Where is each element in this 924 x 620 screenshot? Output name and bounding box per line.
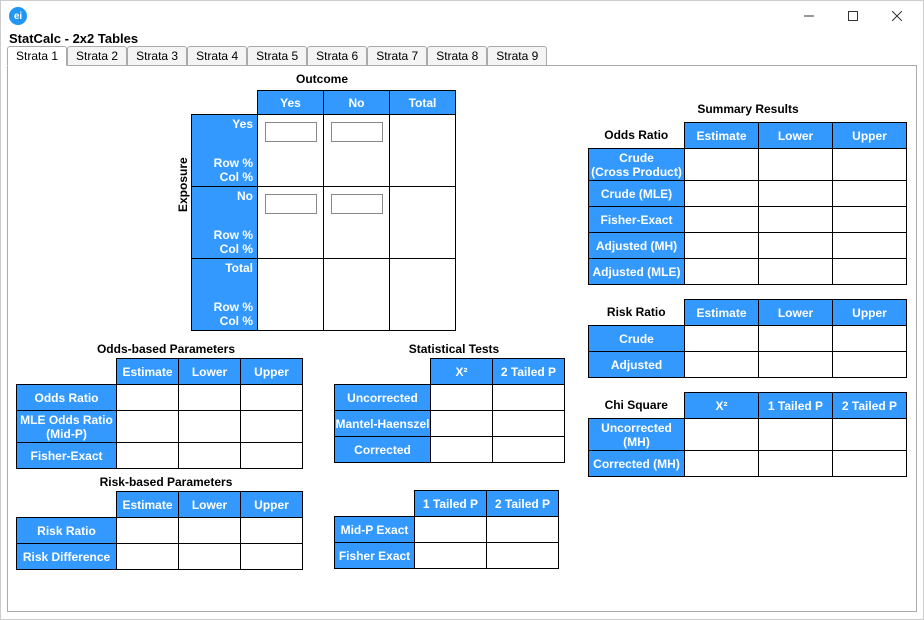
tab-strata-5[interactable]: Strata 5 — [247, 46, 307, 65]
summary-chi-title: Chi Square — [589, 393, 685, 419]
odds-h-lower: Lower — [179, 359, 241, 385]
ex-h-p1: 1 Tailed P — [415, 491, 487, 517]
app-title: StatCalc - 2x2 Tables — [1, 31, 923, 46]
app-icon: ei — [9, 7, 27, 25]
minimize-icon — [804, 11, 814, 21]
sr-r-crude: Crude — [589, 326, 685, 352]
risk-h-upper: Upper — [241, 492, 303, 518]
tab-strata-7[interactable]: Strata 7 — [367, 46, 427, 65]
total-no-row — [390, 187, 456, 259]
ex-h-p2: 2 Tailed P — [487, 491, 559, 517]
minimize-button[interactable] — [787, 2, 831, 30]
tab-strata-8[interactable]: Strata 8 — [427, 46, 487, 65]
so-r-crudemle: Crude (MLE) — [589, 181, 685, 207]
close-icon — [892, 11, 902, 21]
summary-odds-table: Odds Ratio Estimate Lower Upper Crude (C… — [588, 122, 907, 285]
so-h-upper: Upper — [833, 123, 907, 149]
exposure-row-total: Total — [196, 261, 253, 275]
tab-strata-9[interactable]: Strata 9 — [487, 46, 547, 65]
st-h-p2: 2 Tailed P — [493, 359, 565, 385]
risk-r-diff: Risk Difference — [17, 544, 117, 570]
odds-h-estimate: Estimate — [117, 359, 179, 385]
ex-r-midp: Mid-P Exact — [335, 517, 415, 543]
odds-r-or: Odds Ratio — [17, 385, 117, 411]
sc-h-x2: X² — [685, 393, 759, 419]
sr-h-lower: Lower — [759, 300, 833, 326]
st-r-uncorr: Uncorrected — [335, 385, 431, 411]
so-h-est: Estimate — [685, 123, 759, 149]
summary-risk-title: Risk Ratio — [589, 300, 685, 326]
grand-total — [390, 259, 456, 331]
tab-strip: Strata 1 Strata 2 Strata 3 Strata 4 Stra… — [7, 46, 917, 66]
close-button[interactable] — [875, 2, 919, 30]
tab-strata-6[interactable]: Strata 6 — [307, 46, 367, 65]
exposure-colp-3: Col % — [220, 314, 253, 328]
tab-strata-4[interactable]: Strata 4 — [187, 46, 247, 65]
risk-h-lower: Lower — [179, 492, 241, 518]
main-pane: Outcome Exposure Yes No Total Yes Row % — [7, 66, 917, 612]
stat-tests-table: X² 2 Tailed P Uncorrected Mantel-Haensze… — [334, 358, 565, 463]
sc-r-uncorr: Uncorrected (MH) — [589, 419, 685, 451]
so-r-adjmle: Adjusted (MLE) — [589, 259, 685, 285]
st-r-mh: Mantel-Haenszel — [335, 411, 431, 437]
sr-h-upper: Upper — [833, 300, 907, 326]
sr-r-adjusted: Adjusted — [589, 352, 685, 378]
risk-params-title: Risk-based Parameters — [16, 475, 316, 489]
st-h-x2: X² — [431, 359, 493, 385]
outcome-col-total: Total — [390, 91, 456, 115]
input-yes-no[interactable] — [331, 122, 383, 142]
odds-r-mle: MLE Odds Ratio (Mid-P) — [17, 411, 117, 443]
sc-r-corr: Corrected (MH) — [589, 451, 685, 477]
title-bar: ei — [1, 1, 923, 31]
outcome-col-no: No — [324, 91, 390, 115]
odds-r-fisher: Fisher-Exact — [17, 443, 117, 469]
stat-tests-title: Statistical Tests — [334, 342, 574, 356]
sr-h-est: Estimate — [685, 300, 759, 326]
contingency-table: Yes No Total Yes Row % Col % — [191, 90, 456, 331]
exposure-title: Exposure — [176, 157, 190, 212]
total-col-yes — [258, 259, 324, 331]
exact-tests-table: 1 Tailed P 2 Tailed P Mid-P Exact Fisher… — [334, 490, 559, 569]
tab-strata-3[interactable]: Strata 3 — [127, 46, 187, 65]
so-r-adjmh: Adjusted (MH) — [589, 233, 685, 259]
odds-params-table: Estimate Lower Upper Odds Ratio MLE Odds… — [16, 358, 303, 469]
total-yes-row — [390, 115, 456, 187]
exposure-rowp-3: Row % — [214, 300, 253, 314]
summary-odds-title: Odds Ratio — [589, 123, 685, 149]
risk-params-table: Estimate Lower Upper Risk Ratio Risk Dif… — [16, 491, 303, 570]
exposure-row-yes: Yes — [196, 117, 253, 131]
exposure-colp-1: Col % — [220, 170, 253, 184]
summary-title: Summary Results — [588, 102, 908, 116]
summary-chi-table: Chi Square X² 1 Tailed P 2 Tailed P Unco… — [588, 392, 907, 477]
total-col-no — [324, 259, 390, 331]
so-h-lower: Lower — [759, 123, 833, 149]
maximize-icon — [848, 11, 858, 21]
exposure-row-no: No — [196, 189, 253, 203]
risk-h-estimate: Estimate — [117, 492, 179, 518]
input-yes-yes[interactable] — [265, 122, 317, 142]
input-no-yes[interactable] — [265, 194, 317, 214]
sc-h-p2: 2 Tailed P — [833, 393, 907, 419]
st-r-corr: Corrected — [335, 437, 431, 463]
odds-h-upper: Upper — [241, 359, 303, 385]
input-no-no[interactable] — [331, 194, 383, 214]
tab-strata-2[interactable]: Strata 2 — [67, 46, 127, 65]
odds-params-title: Odds-based Parameters — [16, 342, 316, 356]
exposure-rowp-1: Row % — [214, 156, 253, 170]
so-r-fisher: Fisher-Exact — [589, 207, 685, 233]
ex-r-fisher: Fisher Exact — [335, 543, 415, 569]
so-r-crudecp: Crude (Cross Product) — [589, 149, 685, 181]
risk-r-ratio: Risk Ratio — [17, 518, 117, 544]
outcome-title: Outcome — [296, 72, 348, 86]
exposure-colp-2: Col % — [220, 242, 253, 256]
outcome-col-yes: Yes — [258, 91, 324, 115]
tab-strata-1[interactable]: Strata 1 — [7, 46, 67, 66]
summary-risk-table: Risk Ratio Estimate Lower Upper Crude Ad… — [588, 299, 907, 378]
maximize-button[interactable] — [831, 2, 875, 30]
sc-h-p1: 1 Tailed P — [759, 393, 833, 419]
exposure-rowp-2: Row % — [214, 228, 253, 242]
